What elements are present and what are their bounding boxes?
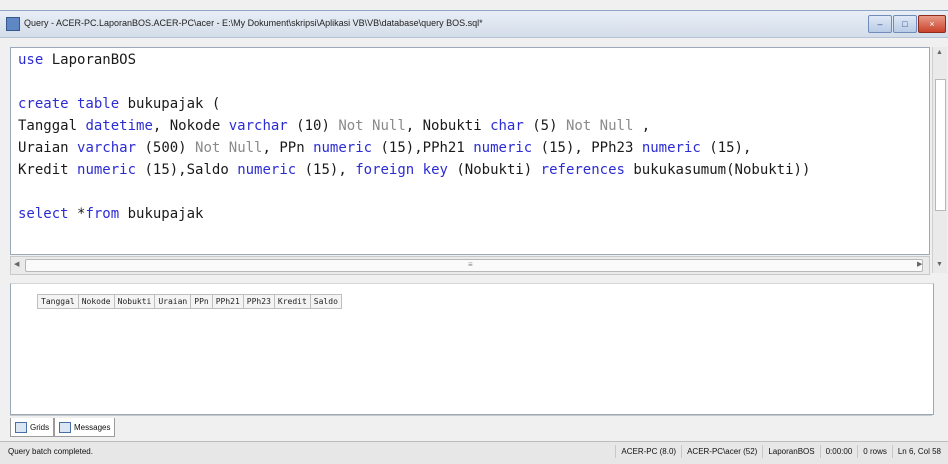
vertical-scroll-thumb[interactable] xyxy=(935,79,946,211)
code-line-8: select *from bukupajak xyxy=(18,206,203,222)
keyword: numeric xyxy=(237,162,297,178)
keyword: varchar xyxy=(228,118,288,134)
keyword: numeric xyxy=(473,140,533,156)
code-text: , xyxy=(633,118,651,134)
grid-header-row: Tanggal Nokode Nobukti Uraian PPn PPh21 … xyxy=(37,294,342,309)
code-text: (15), PPh23 xyxy=(532,140,642,156)
keyword: numeric xyxy=(313,140,373,156)
tab-label: Grids xyxy=(30,422,50,432)
query-window-icon xyxy=(6,17,20,31)
results-grid: Tanggal Nokode Nobukti Uraian PPn PPh21 … xyxy=(10,283,934,415)
code-text: Kredit xyxy=(18,162,78,178)
keyword: varchar xyxy=(77,140,137,156)
code-line-4: Tanggal datetime, Nokode varchar (10) No… xyxy=(18,118,650,134)
code-text: (500) xyxy=(136,140,196,156)
keyword: select xyxy=(18,206,69,222)
grid-icon xyxy=(15,421,27,433)
keyword-gray: Not Null xyxy=(565,118,634,134)
editor-vertical-scrollbar[interactable]: ▲ ▼ xyxy=(932,47,947,273)
keyword: char xyxy=(490,118,524,134)
minimize-button[interactable]: – xyxy=(868,15,892,33)
code-text: (15), xyxy=(700,140,752,156)
status-server: ACER-PC (8.0) xyxy=(615,445,681,458)
scroll-grip-icon: ≡ xyxy=(468,260,473,269)
scroll-down-arrow-icon[interactable]: ▼ xyxy=(936,261,943,268)
column-header[interactable]: PPn xyxy=(191,295,213,308)
title-bar[interactable]: Query - ACER-PC.LaporanBOS.ACER-PC\acer … xyxy=(0,11,948,38)
column-header[interactable]: Nokode xyxy=(79,295,115,308)
status-position: Ln 6, Col 58 xyxy=(891,445,946,458)
keyword: foreign key xyxy=(355,162,448,178)
keyword-gray: Not Null xyxy=(195,140,263,156)
editor-horizontal-scrollbar[interactable]: ◀ ≡ ▶ xyxy=(10,256,930,275)
column-header[interactable]: Nobukti xyxy=(115,295,156,308)
status-time: 0:00:00 xyxy=(819,445,858,458)
keyword-gray: Not Null xyxy=(338,118,406,134)
scroll-left-arrow-icon[interactable]: ◀ xyxy=(14,260,19,268)
keyword: numeric xyxy=(641,140,701,156)
code-text: , Nokode xyxy=(152,118,229,134)
tab-grids[interactable]: Grids xyxy=(10,418,55,437)
status-user: ACER-PC\acer (52) xyxy=(681,445,762,458)
sql-editor[interactable]: use LaporanBOS create table bukupajak ( … xyxy=(10,47,930,255)
keyword: datetime xyxy=(85,118,153,134)
code-text: LaporanBOS xyxy=(43,52,137,68)
keyword: use xyxy=(18,52,44,68)
code-line-1: use LaporanBOS xyxy=(18,52,136,68)
sql-code: use LaporanBOS create table bukupajak ( … xyxy=(18,49,810,225)
column-header[interactable]: PPh21 xyxy=(213,295,244,308)
code-text: (15),PPh21 xyxy=(372,140,474,156)
keyword: references xyxy=(540,162,625,178)
query-window: Query - ACER-PC.LaporanBOS.ACER-PC\acer … xyxy=(0,10,948,464)
code-text: (15),Saldo xyxy=(136,162,238,178)
column-header[interactable]: Saldo xyxy=(311,295,341,308)
window-title: Query - ACER-PC.LaporanBOS.ACER-PC\acer … xyxy=(24,18,483,28)
column-header[interactable]: PPh23 xyxy=(244,295,275,308)
horizontal-scroll-thumb[interactable]: ≡ xyxy=(25,259,923,272)
keyword: numeric xyxy=(77,162,137,178)
code-text: bukupajak xyxy=(119,206,204,222)
code-line-3: create table bukupajak ( xyxy=(18,96,220,112)
code-line-5: Uraian varchar (500) Not Null, PPn numer… xyxy=(18,140,751,156)
column-header[interactable]: Uraian xyxy=(155,295,192,308)
code-text: Uraian xyxy=(18,140,78,156)
code-text: , Nobukti xyxy=(405,118,491,134)
code-text: bukupajak ( xyxy=(119,96,221,112)
code-text: Tanggal xyxy=(18,118,86,134)
messages-icon xyxy=(59,421,71,433)
column-header[interactable]: Kredit xyxy=(275,295,311,308)
results-tabs: Grids Messages xyxy=(10,415,932,440)
code-text: (15), xyxy=(296,162,356,178)
tab-label: Messages xyxy=(74,422,111,432)
code-text: (10) xyxy=(287,118,339,134)
keyword: from xyxy=(85,206,120,222)
maximize-button[interactable]: □ xyxy=(893,15,917,33)
code-text: (Nobukti) xyxy=(447,162,541,178)
tab-messages[interactable]: Messages xyxy=(54,418,116,437)
keyword: create table xyxy=(18,96,120,112)
close-button[interactable]: × xyxy=(918,15,946,33)
column-header[interactable]: Tanggal xyxy=(38,295,79,308)
code-text: bukukasumum(Nobukti)) xyxy=(624,162,811,178)
status-database: LaporanBOS xyxy=(762,445,819,458)
status-rows: 0 rows xyxy=(857,445,892,458)
code-text: * xyxy=(68,206,86,222)
code-text: , PPn xyxy=(262,140,314,156)
status-bar: Query batch completed. ACER-PC (8.0) ACE… xyxy=(0,441,948,464)
status-message: Query batch completed. xyxy=(8,447,93,456)
code-line-6: Kredit numeric (15),Saldo numeric (15), … xyxy=(18,162,810,178)
code-text: (5) xyxy=(523,118,566,134)
scroll-up-arrow-icon[interactable]: ▲ xyxy=(936,49,943,56)
scroll-right-arrow-icon[interactable]: ▶ xyxy=(917,260,922,268)
